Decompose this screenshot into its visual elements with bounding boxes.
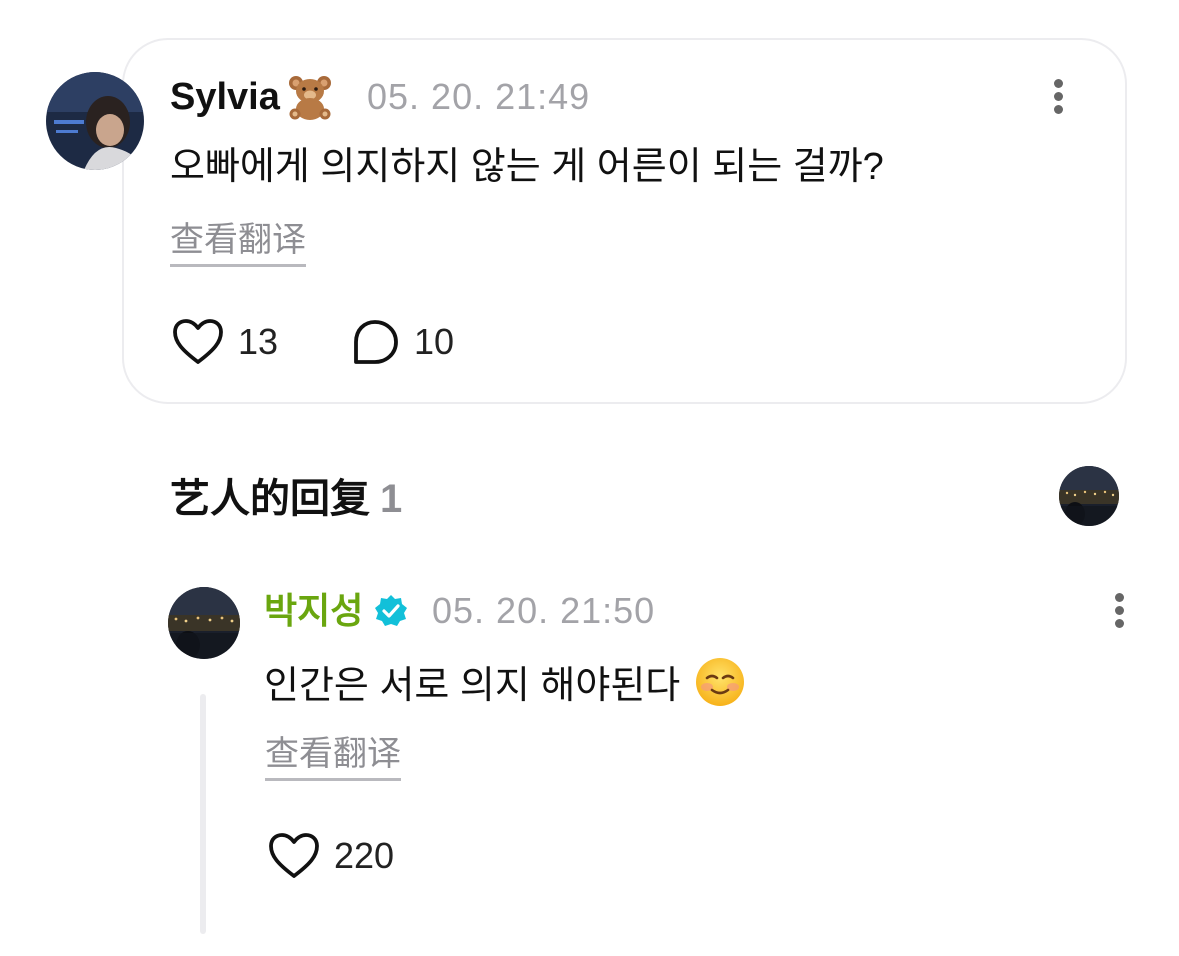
smiling-face-icon	[694, 656, 746, 708]
thread-line	[200, 694, 206, 934]
comment-timestamp: 05. 20. 21:49	[367, 76, 591, 117]
comment-like-button[interactable]: 13	[172, 318, 278, 366]
comment-translate-link[interactable]: 查看翻译	[170, 220, 306, 267]
reply-timestamp: 05. 20. 21:50	[432, 590, 656, 631]
commenter-name-text: Sylvia	[170, 76, 280, 118]
reply-like-count: 220	[334, 835, 395, 876]
comment-like-count: 13	[238, 321, 279, 362]
artist-replies-count: 1	[380, 477, 403, 521]
comment-reply-count: 10	[414, 321, 455, 362]
artist-name[interactable]: 박지성	[264, 588, 409, 634]
comment-more-options-icon[interactable]	[1052, 79, 1064, 119]
reply-text: 인간은 서로 의지 해야된다	[264, 665, 681, 707]
reply-text-row: 인간은 서로 의지 해야된다	[264, 656, 746, 711]
artist-avatar[interactable]	[168, 587, 240, 659]
artist-replies-title: 艺人的回复	[170, 477, 370, 521]
artist-replies-header: 艺人的回复 1	[170, 474, 402, 524]
heart-icon	[173, 319, 223, 364]
chat-bubble-icon	[354, 320, 398, 364]
comment-text: 오빠에게 의지하지 않는 게 어른이 되는 걸까?	[170, 146, 884, 188]
reply-like-button[interactable]: 220	[268, 832, 394, 880]
reply-translate-link[interactable]: 查看翻译	[265, 734, 401, 781]
verified-badge-icon	[373, 593, 409, 629]
teddy-bear-icon	[286, 74, 334, 120]
reply-more-options-icon[interactable]	[1113, 593, 1125, 633]
heart-icon	[269, 833, 319, 878]
commenter-name[interactable]: Sylvia	[170, 74, 334, 120]
commenter-avatar[interactable]	[46, 72, 144, 170]
artist-avatar-small[interactable]	[1059, 466, 1119, 526]
comment-reply-button[interactable]: 10	[350, 318, 454, 366]
artist-name-text: 박지성	[264, 590, 364, 631]
